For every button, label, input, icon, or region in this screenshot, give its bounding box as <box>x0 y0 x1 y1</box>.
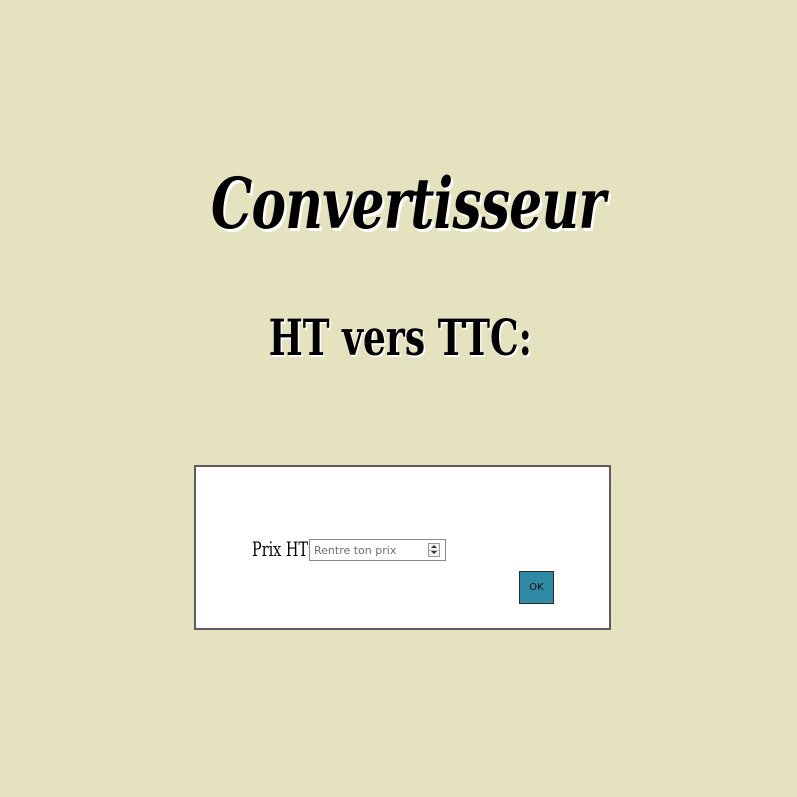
ok-button[interactable]: OK <box>519 571 554 604</box>
price-ht-label: Prix HT: <box>252 537 313 561</box>
page-title: Convertisseur <box>210 161 606 245</box>
chevron-down-icon[interactable] <box>429 550 439 556</box>
price-ht-field[interactable] <box>309 539 446 561</box>
price-ht-input[interactable] <box>310 540 426 560</box>
page-subtitle: HT vers TTC: <box>268 307 532 367</box>
converter-form: Prix HT: OK <box>194 465 611 630</box>
number-spinner[interactable] <box>428 543 440 557</box>
